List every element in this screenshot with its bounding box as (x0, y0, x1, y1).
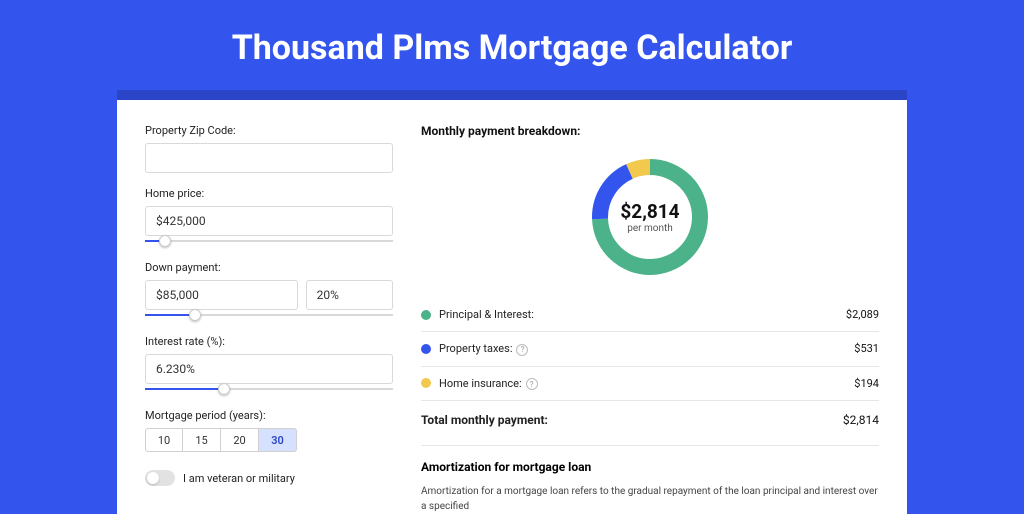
period-button-15[interactable]: 15 (183, 428, 221, 452)
total-row: Total monthly payment: $2,814 (421, 403, 879, 437)
amortization-text: Amortization for a mortgage loan refers … (421, 484, 879, 514)
breakdown-panel: Monthly payment breakdown: $2,814 per mo… (421, 124, 879, 514)
donut-chart: $2,814 per month (421, 152, 879, 282)
page-title: Thousand Plms Mortgage Calculator (0, 0, 1024, 90)
breakdown-title: Monthly payment breakdown: (421, 124, 879, 138)
donut-center-sub: per month (627, 223, 673, 234)
legend-dot-icon (421, 344, 431, 354)
legend-value: $194 (854, 377, 879, 390)
period-button-20[interactable]: 20 (221, 428, 259, 452)
total-value: $2,814 (843, 413, 879, 427)
divider (421, 366, 879, 367)
total-label: Total monthly payment: (421, 413, 843, 427)
interest-slider[interactable] (145, 383, 393, 395)
donut-center-value: $2,814 (620, 200, 679, 223)
interest-label: Interest rate (%): (145, 335, 393, 348)
veteran-row: I am veteran or military (145, 470, 393, 486)
legend-dot-icon (421, 378, 431, 388)
zip-label: Property Zip Code: (145, 124, 393, 137)
down-payment-pct-input[interactable] (306, 280, 393, 310)
period-button-30[interactable]: 30 (259, 428, 297, 452)
interest-group: Interest rate (%): (145, 335, 393, 395)
veteran-label: I am veteran or military (183, 472, 295, 485)
amortization-title: Amortization for mortgage loan (421, 460, 879, 474)
period-button-10[interactable]: 10 (145, 428, 183, 452)
legend: Principal & Interest:$2,089 Property taxe… (421, 300, 879, 398)
legend-label: Property taxes:? (439, 342, 854, 356)
legend-row: Principal & Interest:$2,089 (421, 300, 879, 329)
home-price-group: Home price: (145, 187, 393, 247)
legend-label: Home insurance:? (439, 377, 854, 391)
legend-row: Property taxes:?$531 (421, 334, 879, 364)
down-payment-label: Down payment: (145, 261, 393, 274)
interest-input[interactable] (145, 354, 393, 384)
period-label: Mortgage period (years): (145, 409, 393, 422)
home-price-input[interactable] (145, 206, 393, 236)
down-payment-slider[interactable] (145, 309, 393, 321)
help-icon[interactable]: ? (516, 344, 528, 356)
zip-group: Property Zip Code: (145, 124, 393, 173)
home-price-label: Home price: (145, 187, 393, 200)
period-group: Mortgage period (years): 10152030 (145, 409, 393, 452)
divider (421, 331, 879, 332)
legend-dot-icon (421, 310, 431, 320)
divider (421, 400, 879, 401)
legend-label: Principal & Interest: (439, 308, 846, 321)
veteran-toggle[interactable] (145, 470, 175, 486)
down-payment-group: Down payment: (145, 261, 393, 321)
down-payment-input[interactable] (145, 280, 298, 310)
calculator-card: Property Zip Code: Home price: Down paym… (117, 90, 907, 514)
legend-value: $2,089 (846, 308, 879, 321)
legend-row: Home insurance:?$194 (421, 369, 879, 399)
amortization-section: Amortization for mortgage loan Amortizat… (421, 445, 879, 514)
home-price-slider[interactable] (145, 235, 393, 247)
zip-input[interactable] (145, 143, 393, 173)
help-icon[interactable]: ? (526, 378, 538, 390)
form-panel: Property Zip Code: Home price: Down paym… (145, 124, 393, 514)
legend-value: $531 (854, 342, 879, 355)
period-buttons: 10152030 (145, 428, 393, 452)
